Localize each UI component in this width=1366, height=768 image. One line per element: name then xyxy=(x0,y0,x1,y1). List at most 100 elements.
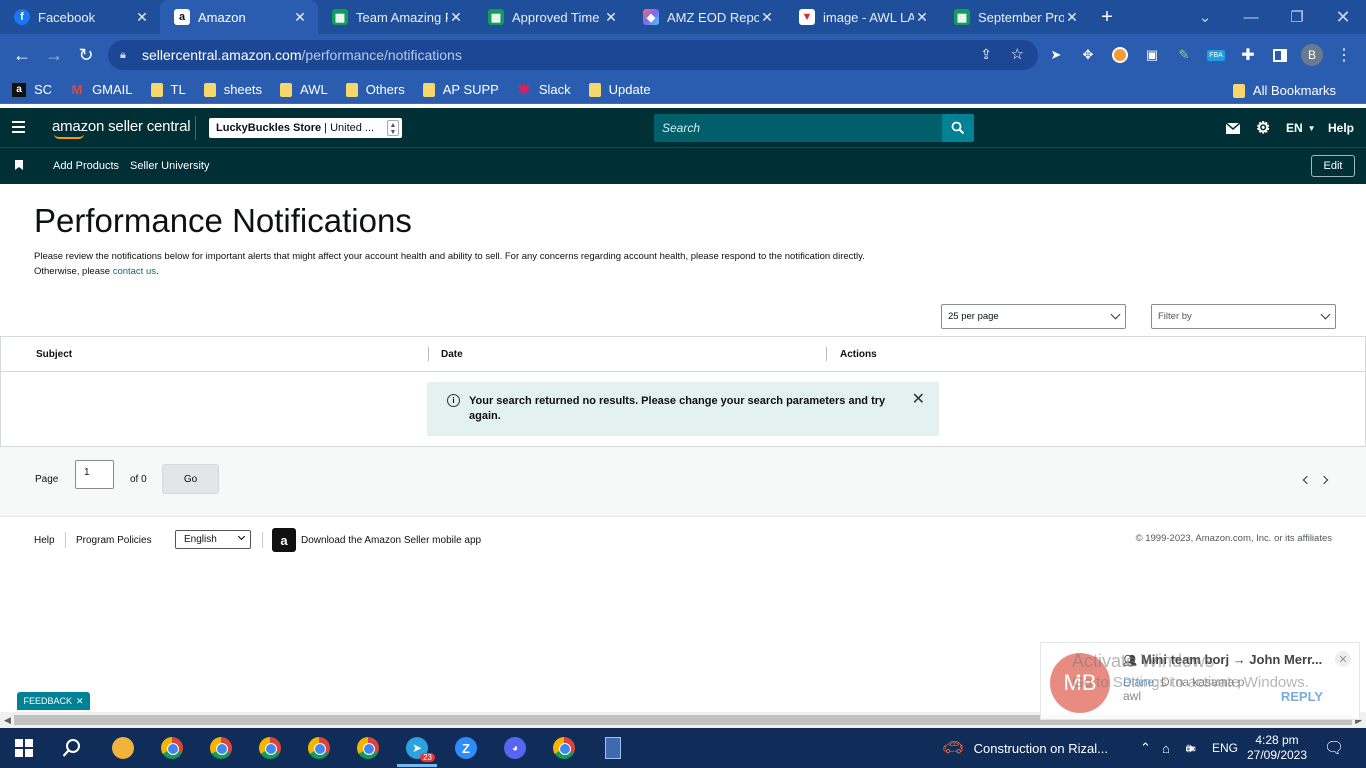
bookmark-folder-awl[interactable]: AWL xyxy=(280,82,328,97)
close-icon[interactable]: ✕ xyxy=(1064,9,1080,26)
chrome-profile-j-icon[interactable] xyxy=(207,734,235,762)
close-icon[interactable]: ✕ xyxy=(448,9,464,26)
close-icon[interactable]: ✕ xyxy=(134,9,150,26)
action-center-icon[interactable]: 🗨︎ xyxy=(1324,728,1344,768)
side-panel-icon[interactable] xyxy=(1268,43,1292,67)
scroll-left-icon[interactable]: ◀ xyxy=(4,715,11,726)
bookmark-gmail[interactable]: M GMAIL xyxy=(70,82,133,97)
tab-image-awl[interactable]: ▼ image - AWL LA ✕ xyxy=(785,0,940,34)
chrome-profile-m-icon[interactable] xyxy=(256,734,284,762)
tab-search-icon[interactable]: ⌄ xyxy=(1182,0,1228,34)
close-icon[interactable]: ✕ xyxy=(76,696,84,707)
chevron-right-icon[interactable] xyxy=(1319,475,1329,485)
share-icon[interactable]: ⇪ xyxy=(980,46,992,63)
forward-icon[interactable]: → xyxy=(38,39,70,71)
bookmark-slack[interactable]: ✱ Slack xyxy=(517,81,571,97)
close-icon[interactable]: ✕ xyxy=(1335,651,1351,667)
bookmark-folder-tl[interactable]: TL xyxy=(150,82,186,97)
mail-icon[interactable] xyxy=(1226,122,1240,134)
subnav-seller-university[interactable]: Seller University xyxy=(130,160,209,172)
help-link[interactable]: Help xyxy=(1328,108,1354,148)
input-language[interactable]: ENG xyxy=(1212,728,1238,768)
tab-approved-time[interactable]: ▦ Approved Time ✕ xyxy=(474,0,629,34)
extension-fba-icon[interactable]: FBA xyxy=(1204,43,1228,67)
calculator-icon[interactable] xyxy=(599,734,627,762)
star-icon[interactable]: ☆ xyxy=(1011,45,1024,63)
program-policies-link[interactable]: Program Policies xyxy=(76,535,152,546)
tab-amz-eod-report[interactable]: ◆ AMZ EOD Repor ✕ xyxy=(629,0,785,34)
page-title: Performance Notifications xyxy=(34,202,412,239)
minimize-icon[interactable]: — xyxy=(1228,0,1274,34)
per-page-select[interactable]: 25 per page xyxy=(941,304,1126,329)
bookmark-sc[interactable]: a SC xyxy=(12,82,52,97)
telegram-icon[interactable]: ➤ 23 xyxy=(403,734,435,762)
footer-language-select[interactable]: English xyxy=(175,530,251,549)
extension-puzzle-dots-icon[interactable]: ✥ xyxy=(1076,43,1100,67)
search-icon[interactable] xyxy=(58,734,86,762)
edit-button[interactable]: Edit xyxy=(1311,155,1355,177)
chrome-icon[interactable] xyxy=(550,734,578,762)
close-window-icon[interactable]: ✕ xyxy=(1320,0,1366,34)
hamburger-menu-icon[interactable] xyxy=(12,121,25,133)
tab-amazon[interactable]: a Amazon ✕ xyxy=(160,0,318,34)
bookmark-folder-update[interactable]: Update xyxy=(588,82,651,97)
page-number-input[interactable]: 1 xyxy=(75,460,114,489)
extension-circle-icon[interactable] xyxy=(1108,43,1132,67)
bookmark-icon[interactable] xyxy=(15,160,23,170)
discord-icon[interactable]: ◕ xyxy=(501,734,529,762)
subnav-add-products[interactable]: Add Products xyxy=(53,160,119,172)
seller-central-logo[interactable]: amazon seller central xyxy=(52,118,191,139)
tab-team-amazing[interactable]: ▦ Team Amazing P ✕ xyxy=(318,0,474,34)
close-icon[interactable]: ✕ xyxy=(759,9,775,26)
bookmark-folder-ap-supp[interactable]: AP SUPP xyxy=(422,82,499,97)
chrome-icon[interactable] xyxy=(354,734,382,762)
traffic-notification[interactable]: 🚗︎ Construction on Rizal... xyxy=(942,728,1108,768)
clock[interactable]: 4:28 pm 27/09/2023 xyxy=(1244,728,1310,768)
chevron-left-icon[interactable] xyxy=(1302,475,1312,485)
bookmark-folder-sheets[interactable]: sheets xyxy=(203,82,262,97)
tab-september-profit[interactable]: ▦ September Profi ✕ xyxy=(940,0,1090,34)
all-bookmarks[interactable]: All Bookmarks xyxy=(1232,83,1336,98)
reload-icon[interactable]: ↻ xyxy=(70,39,102,71)
language-selector[interactable]: EN ▼ xyxy=(1286,108,1316,148)
chrome-profile-j2-icon[interactable] xyxy=(305,734,333,762)
zoom-icon[interactable]: Z xyxy=(452,734,480,762)
restore-icon[interactable]: ❐ xyxy=(1274,0,1320,34)
store-selector[interactable]: LuckyBuckles Store | United ... ▲ ▼ xyxy=(209,118,402,138)
filter-by-select[interactable]: Filter by xyxy=(1151,304,1336,329)
folder-icon xyxy=(150,82,163,97)
new-tab-button[interactable]: + xyxy=(1090,0,1124,34)
back-icon[interactable]: ← xyxy=(6,39,38,71)
download-app-link[interactable]: Download the Amazon Seller mobile app xyxy=(301,535,481,546)
close-icon[interactable]: ✕ xyxy=(912,392,925,408)
extensions-puzzle-icon[interactable]: ✚ xyxy=(1236,43,1260,67)
address-bar[interactable]: 🔒︎ sellercentral.amazon.com/performance/… xyxy=(108,40,1038,70)
footer: Help Program Policies English a Download… xyxy=(0,518,1366,563)
volume-icon[interactable]: 🕪︎ xyxy=(1186,728,1194,768)
extension-pen-icon[interactable]: ✎ xyxy=(1172,43,1196,67)
contact-us-link[interactable]: contact us xyxy=(113,266,156,277)
gear-icon[interactable]: ⚙ xyxy=(1256,108,1270,148)
windows-start-icon[interactable] xyxy=(10,734,38,762)
profile-avatar[interactable]: B xyxy=(1300,43,1324,67)
tab-facebook[interactable]: f Facebook ✕ xyxy=(0,0,160,34)
app-cat-icon[interactable] xyxy=(109,734,137,762)
network-icon[interactable]: ⌂ xyxy=(1162,728,1170,768)
menu-kebab-icon[interactable]: ⋮ xyxy=(1332,43,1356,67)
footer-help-link[interactable]: Help xyxy=(34,535,55,546)
go-button[interactable]: Go xyxy=(162,464,219,494)
close-icon[interactable]: ✕ xyxy=(292,9,308,26)
column-date[interactable]: Date xyxy=(441,349,463,360)
search-button[interactable] xyxy=(942,114,974,142)
feedback-button[interactable]: FEEDBACK ✕ xyxy=(17,692,90,710)
search-input[interactable]: Search xyxy=(654,114,942,142)
chrome-profile-b-icon[interactable] xyxy=(158,734,186,762)
bookmark-folder-others[interactable]: Others xyxy=(345,82,405,97)
extension-camera-icon[interactable]: ▣ xyxy=(1140,43,1164,67)
close-icon[interactable]: ✕ xyxy=(603,9,619,26)
tray-chevron-up-icon[interactable]: ⌃ xyxy=(1140,728,1151,768)
extension-arrow-icon[interactable]: ➤ xyxy=(1044,43,1068,67)
close-icon[interactable]: ✕ xyxy=(914,9,930,26)
amazon-app-icon[interactable]: a xyxy=(272,528,296,552)
column-subject[interactable]: Subject xyxy=(36,349,72,360)
